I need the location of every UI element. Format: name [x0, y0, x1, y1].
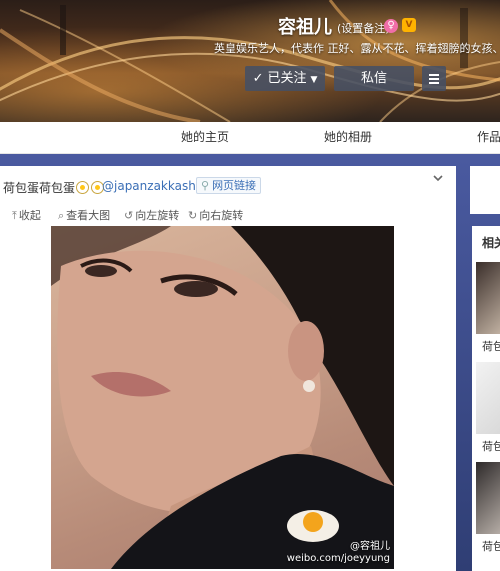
photo-watermark: @容祖儿 weibo.com/joeyyung — [287, 541, 390, 565]
caret-down-icon: ▼ — [310, 75, 318, 85]
vip-badge-icon[interactable]: V — [402, 18, 416, 32]
search-icon: ⌕ — [58, 209, 65, 222]
collapse-label: 收起 — [18, 209, 41, 222]
collapse-button[interactable]: ⤒ 收起 — [12, 207, 41, 223]
more-menu-button[interactable] — [422, 66, 446, 91]
following-label: 已关注 — [267, 71, 307, 86]
post-photo[interactable]: @容祖儿 weibo.com/joeyyung — [51, 226, 394, 569]
related-heading: 相关 — [482, 236, 500, 250]
following-button[interactable]: ✓ 已关注 ▼ — [245, 66, 325, 91]
tab-works[interactable]: 作品 — [477, 122, 500, 154]
tab-home[interactable]: 她的主页 — [181, 122, 229, 154]
related-thumbnail[interactable] — [476, 262, 500, 334]
related-thumbnail[interactable] — [476, 462, 500, 534]
portrait-photo-image — [51, 226, 394, 569]
profile-banner: 容祖儿 (设置备注) ♀ V 英皇娱乐艺人，代表作 正好、露从不花、挥着翅膀的女… — [0, 0, 500, 122]
rotate-left-button[interactable]: ↺ 向左旋转 — [124, 207, 179, 223]
post-text: 荷包蛋荷包蛋 — [3, 179, 105, 196]
rotate-right-label: 向右旋转 — [199, 209, 244, 222]
female-gender-icon: ♀ — [384, 19, 398, 33]
post-card: 荷包蛋荷包蛋 @japanzakkashop ⚲ 网页链接 ⤒ 收起 ⌕ 查看大图 ↺… — [0, 166, 456, 571]
watermark-url: weibo.com/joeyyung — [286, 553, 390, 564]
profile-tabs: 她的主页 她的相册 作品 — [0, 122, 500, 154]
post-text-content: 荷包蛋荷包蛋 — [3, 181, 76, 195]
related-caption[interactable]: 荷包 — [482, 538, 500, 554]
watermark-user: @容祖儿 — [350, 541, 390, 552]
web-link-button[interactable]: ⚲ 网页链接 — [196, 177, 262, 194]
egg-emoji-icon — [76, 181, 90, 194]
upload-icon: ⤒ — [12, 209, 17, 222]
set-remark-link[interactable]: (设置备注) — [337, 20, 390, 36]
related-sidebar: 相关 荷包 荷包 荷包 — [472, 226, 500, 571]
rotate-left-icon: ↺ — [124, 209, 134, 222]
rotate-right-button[interactable]: ↻ 向右旋转 — [188, 207, 243, 223]
profile-name: 容祖儿 — [278, 17, 332, 38]
web-link-label: 网页链接 — [212, 179, 257, 192]
link-icon: ⚲ — [201, 179, 210, 192]
related-caption[interactable]: 荷包 — [482, 338, 500, 354]
rotate-right-icon: ↻ — [188, 209, 198, 222]
rotate-left-label: 向左旋转 — [135, 209, 180, 222]
check-icon: ✓ — [252, 71, 264, 86]
cityscape-background — [0, 0, 500, 122]
tab-albums[interactable]: 她的相册 — [324, 122, 372, 154]
message-button[interactable]: 私信 — [334, 66, 414, 91]
profile-bio: 英皇娱乐艺人，代表作 正好、露从不花、挥着翅膀的女孩、小小 — [214, 42, 500, 55]
photo-toolbar: ⤒ 收起 ⌕ 查看大图 ↺ 向左旋转 ↻ 向右旋转 — [0, 203, 456, 223]
chevron-down-icon[interactable] — [432, 172, 444, 184]
view-large-button[interactable]: ⌕ 查看大图 — [58, 207, 110, 223]
sidebar-card-top — [470, 166, 500, 214]
mention-link[interactable]: @japanzakkashop — [102, 179, 211, 193]
related-caption[interactable]: 荷包 — [482, 438, 500, 454]
view-large-label: 查看大图 — [66, 209, 111, 222]
related-thumbnail[interactable] — [476, 362, 500, 434]
